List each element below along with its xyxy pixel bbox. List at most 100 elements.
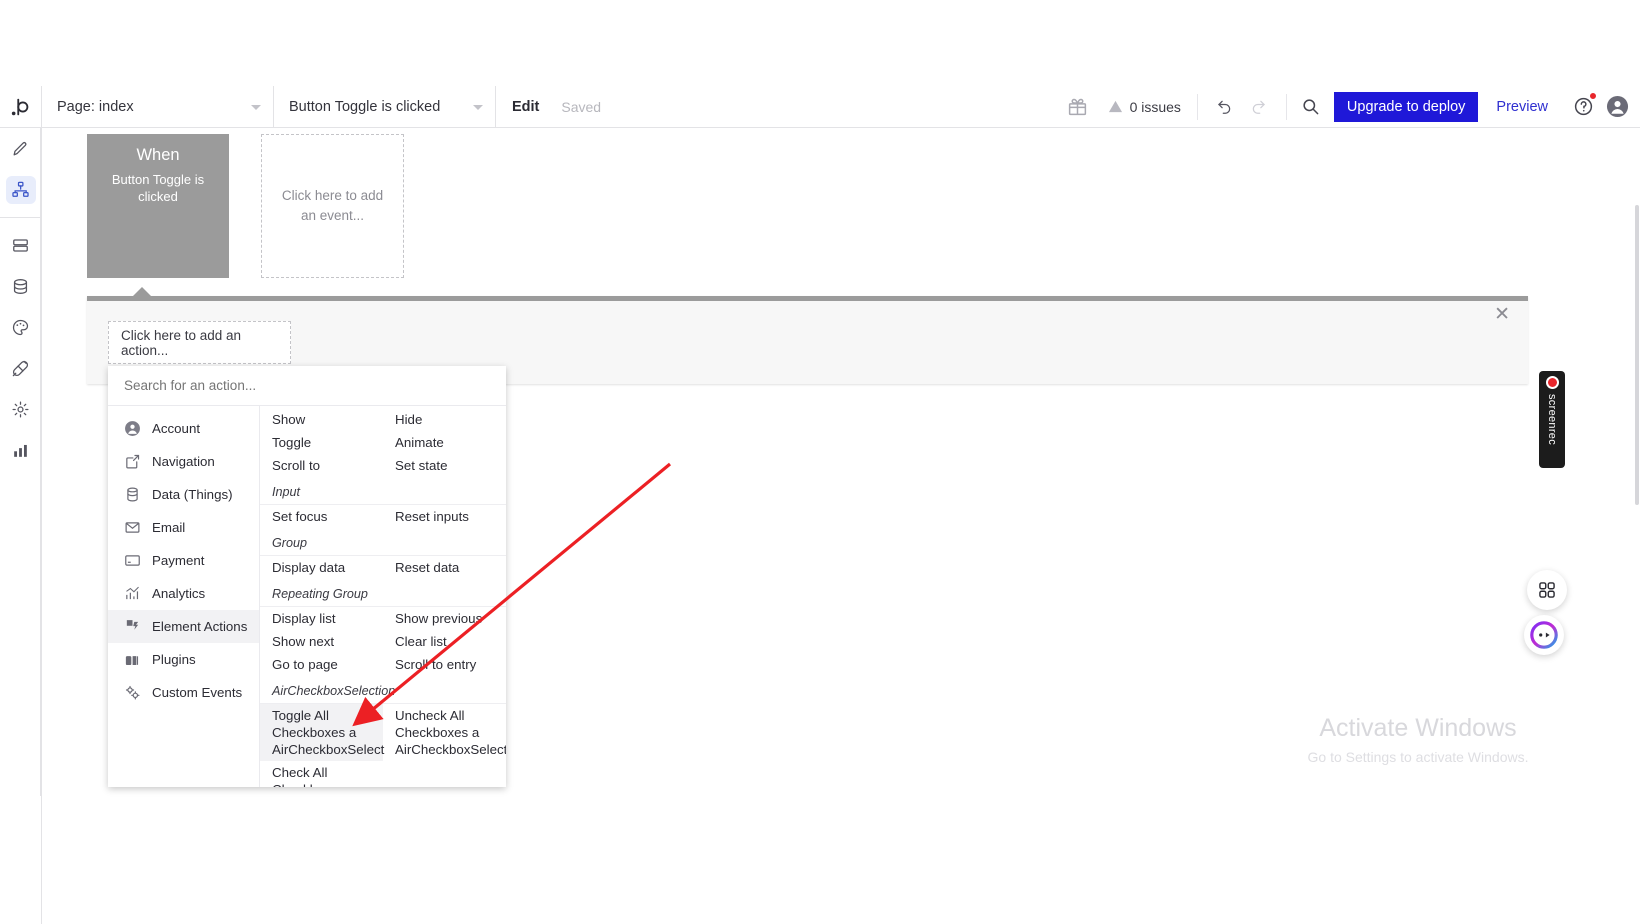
undo-icon[interactable]: [1208, 90, 1242, 124]
screenrec-widget[interactable]: screenrec: [1539, 371, 1565, 468]
action-item[interactable]: Display list: [260, 607, 383, 630]
action-item[interactable]: Toggle All Checkboxes a AirCheckboxSelec…: [260, 704, 384, 761]
action-item[interactable]: Animate: [383, 431, 506, 454]
gift-icon[interactable]: [1056, 86, 1100, 128]
action-item[interactable]: Scroll to: [260, 454, 383, 477]
action-category-label: Plugins: [152, 652, 196, 667]
sidebar-item-design[interactable]: [0, 128, 41, 169]
action-group-header: AirCheckboxSelection: [260, 678, 506, 704]
gear-icon: [6, 396, 36, 424]
preview-button[interactable]: Preview: [1478, 99, 1566, 115]
sidebar-item-workflow[interactable]: [0, 169, 41, 210]
add-event-placeholder[interactable]: Click here to add an event...: [261, 134, 404, 278]
action-category-analytics[interactable]: Analytics: [108, 577, 259, 610]
toolbar-right-group: 0 issues Upgrade to deploy Preview: [1056, 86, 1640, 128]
grid-apps-icon[interactable]: [1527, 570, 1567, 610]
search-input[interactable]: [124, 378, 476, 393]
action-category-email[interactable]: Email: [108, 511, 259, 544]
action-group-header: Input: [260, 479, 506, 505]
panel-pointer-arrow: [132, 287, 152, 297]
sidebar-item-logs[interactable]: [0, 430, 41, 471]
action-item[interactable]: Scroll to entry: [383, 653, 506, 676]
palette-icon: [6, 314, 36, 342]
saved-status: Saved: [561, 98, 602, 115]
action-category-element-actions[interactable]: Element Actions: [108, 610, 259, 643]
help-circle-icon[interactable]: [1566, 86, 1600, 128]
action-category-plugins[interactable]: Plugins: [108, 643, 259, 676]
custom-events-gears-icon: [123, 684, 141, 702]
sidebar-item-settings[interactable]: [0, 389, 41, 430]
action-search-dropdown: Account Navigation Data (Things) Email Payme…: [108, 366, 506, 787]
page-selector[interactable]: Page: index: [41, 85, 273, 128]
close-icon[interactable]: ✕: [1494, 305, 1510, 324]
action-item[interactable]: Reset inputs: [383, 505, 506, 528]
sidebar-item-data-pages[interactable]: [0, 225, 41, 266]
add-action-placeholder[interactable]: Click here to add an action...: [108, 321, 291, 364]
bubble-logo-icon[interactable]: [0, 86, 41, 128]
action-item[interactable]: Show previous: [383, 607, 506, 630]
database-icon: [6, 273, 36, 301]
action-item[interactable]: Clear list: [383, 630, 506, 653]
action-category-list: Account Navigation Data (Things) Email Payme…: [108, 406, 260, 787]
action-category-payment[interactable]: Payment: [108, 544, 259, 577]
chevron-down-icon: [251, 104, 261, 110]
action-item-spacer: [383, 761, 506, 787]
page-selector-label: Page: index: [57, 98, 134, 115]
vertical-scrollbar[interactable]: [1635, 205, 1639, 505]
action-category-label: Email: [152, 520, 186, 535]
search-icon[interactable]: [1287, 86, 1332, 128]
edit-section: Edit Saved: [495, 85, 602, 128]
action-category-label: Navigation: [152, 454, 215, 469]
action-item[interactable]: Display data: [260, 556, 383, 579]
sidebar-item-plugins[interactable]: [0, 348, 41, 389]
action-item[interactable]: Reset data: [383, 556, 506, 579]
action-category-custom-events[interactable]: Custom Events: [108, 676, 259, 709]
sidebar-item-database[interactable]: [0, 266, 41, 307]
upgrade-to-deploy-button[interactable]: Upgrade to deploy: [1333, 91, 1479, 122]
action-item[interactable]: Show next: [260, 630, 383, 653]
edit-tab[interactable]: Edit: [512, 99, 539, 115]
help-notification-dot: [1589, 91, 1597, 100]
action-category-account[interactable]: Account: [108, 412, 259, 445]
redo-icon[interactable]: [1242, 90, 1276, 124]
action-items-grid: Show Hide Toggle Animate Scroll to Set state I…: [260, 408, 506, 787]
action-item[interactable]: Uncheck All Checkboxes a AirCheckboxSele…: [383, 704, 506, 761]
account-circle-icon: [123, 420, 141, 438]
undo-redo-group: [1198, 93, 1287, 120]
action-item[interactable]: Toggle: [260, 431, 383, 454]
action-category-data-things[interactable]: Data (Things): [108, 478, 259, 511]
record-dot-icon: [1545, 376, 1559, 389]
issues-indicator[interactable]: 0 issues: [1100, 93, 1198, 120]
workflow-selector-label: Button Toggle is clicked: [289, 98, 441, 115]
navigation-share-icon: [123, 453, 141, 471]
envelope-icon: [123, 519, 141, 537]
action-category-label: Account: [152, 421, 201, 436]
action-item[interactable]: Go to page: [260, 653, 383, 676]
action-item[interactable]: Hide: [383, 408, 506, 431]
sidebar-item-styles[interactable]: [0, 307, 41, 348]
action-item[interactable]: Check All Checkboxes a AirCheckboxSelect: [260, 761, 383, 787]
action-item[interactable]: Show: [260, 408, 383, 431]
when-event-block[interactable]: When Button Toggle is clicked: [87, 134, 229, 278]
user-avatar-icon[interactable]: [1600, 86, 1640, 128]
action-panel-topbar: [87, 287, 1528, 301]
action-category-label: Payment: [152, 553, 205, 568]
action-category-label: Analytics: [152, 586, 206, 601]
chevron-down-icon: [473, 104, 483, 110]
assistant-face-icon[interactable]: [1524, 615, 1564, 655]
pencil-icon: [6, 135, 36, 163]
element-actions-icon: [123, 618, 141, 636]
bar-chart-icon: [6, 437, 36, 465]
action-item[interactable]: Set state: [383, 454, 506, 477]
action-item[interactable]: Set focus: [260, 505, 383, 528]
workflow-nodes-icon: [5, 175, 36, 204]
action-category-navigation[interactable]: Navigation: [108, 445, 259, 478]
workflow-selector[interactable]: Button Toggle is clicked: [273, 85, 495, 128]
action-group-header: Group: [260, 530, 506, 556]
database-icon: [123, 486, 141, 504]
dropdown-body: Account Navigation Data (Things) Email Payme…: [108, 406, 506, 787]
action-category-label: Element Actions: [152, 619, 248, 634]
warning-triangle-icon: [1108, 100, 1122, 113]
left-icon-rail: [0, 128, 51, 796]
analytics-chart-icon: [123, 585, 141, 603]
